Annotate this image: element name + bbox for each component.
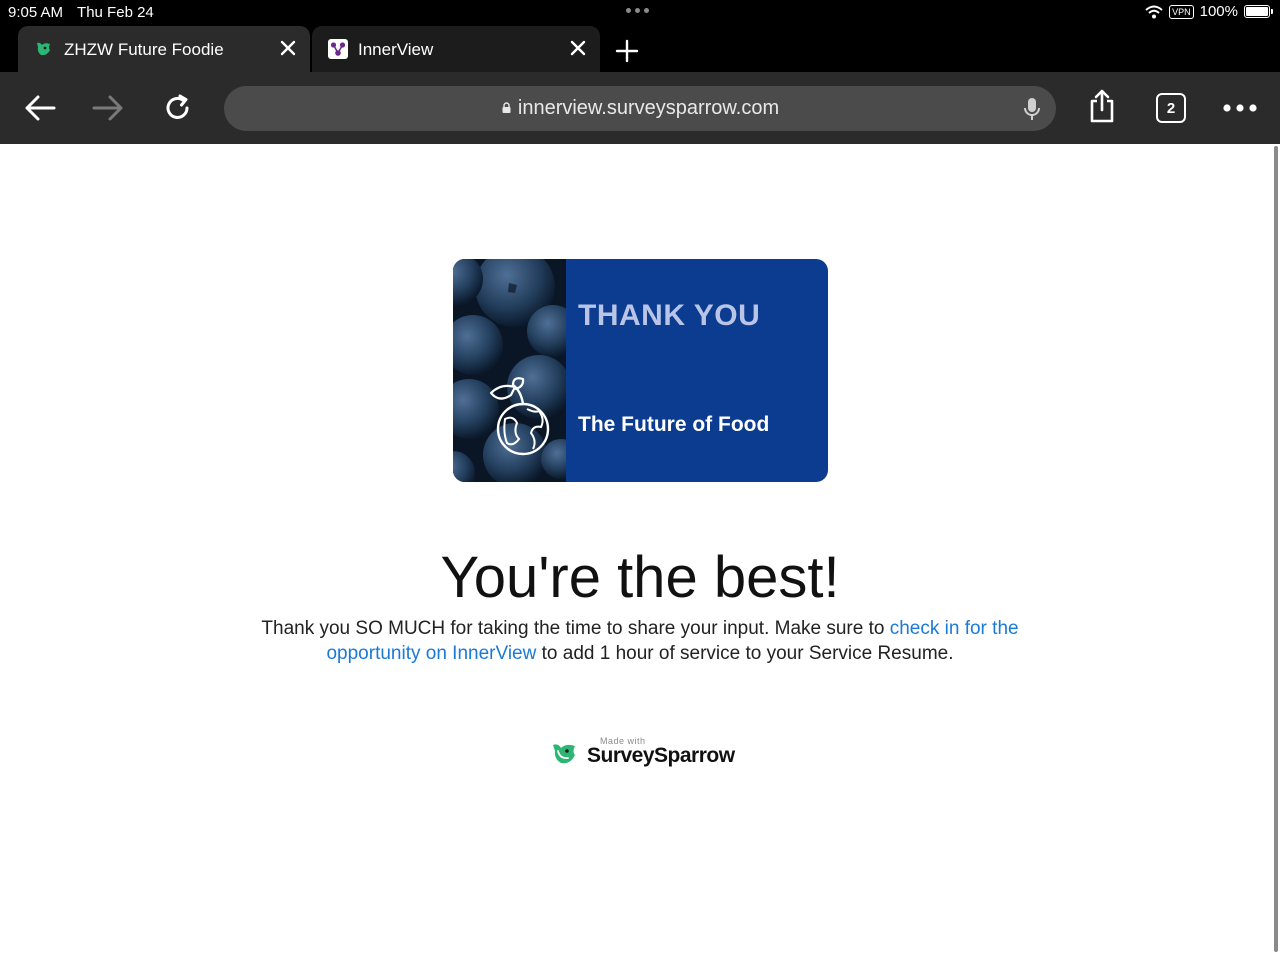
globe-sprout-icon <box>489 377 550 456</box>
tab-innerview[interactable]: InnerView <box>312 26 600 72</box>
tab-zhzw-future-foodie[interactable]: ZHZW Future Foodie <box>18 26 310 72</box>
forward-button[interactable] <box>88 88 128 128</box>
browser-toolbar: innerview.surveysparrow.com 2 <box>0 72 1280 144</box>
tab-count-badge: 2 <box>1156 93 1186 123</box>
surveysparrow-bird-icon <box>37 42 50 56</box>
blueberries-image <box>453 259 566 482</box>
message-text-before: Thank you SO MUCH for taking the time to… <box>261 618 890 639</box>
vpn-badge: VPN <box>1169 4 1194 19</box>
page-scrollbar[interactable] <box>1274 146 1278 952</box>
reload-icon <box>166 94 189 119</box>
share-button[interactable] <box>1082 86 1122 126</box>
tab-strip: ZHZW Future Foodie InnerView <box>0 26 1280 72</box>
made-with-surveysparrow-badge[interactable]: Made with SurveySparrow <box>551 734 741 774</box>
multitasking-dots-icon[interactable] <box>626 8 649 13</box>
forward-arrow-icon <box>92 95 123 121</box>
card-subheading: The Future of Food <box>578 413 770 436</box>
new-tab-plus-icon[interactable] <box>614 38 640 64</box>
thank-you-banner: THANK YOU The Future of Food <box>453 259 828 482</box>
tab-switcher-button[interactable]: 2 <box>1151 88 1191 128</box>
address-bar[interactable]: innerview.surveysparrow.com <box>224 86 1056 131</box>
battery-percent: 100% <box>1199 3 1238 20</box>
lock-icon <box>502 102 511 113</box>
battery-icon <box>1244 5 1273 18</box>
close-tab-icon[interactable] <box>568 38 588 58</box>
tab-title: ZHZW Future Foodie <box>64 40 224 59</box>
wifi-icon <box>1145 5 1163 18</box>
reload-button[interactable] <box>158 88 198 128</box>
status-time: 9:05 AM <box>8 4 64 21</box>
close-tab-icon[interactable] <box>278 38 298 58</box>
back-button[interactable] <box>20 88 60 128</box>
page-headline: You're the best! <box>440 545 840 610</box>
web-page-content: THANK YOU The Future of Food You're the … <box>0 144 1280 960</box>
microphone-icon[interactable] <box>1022 97 1042 121</box>
back-arrow-icon <box>25 95 56 121</box>
url-text: innerview.surveysparrow.com <box>517 97 780 119</box>
surveysparrow-logo-icon <box>553 744 575 764</box>
more-dots-icon <box>1223 104 1257 112</box>
share-icon <box>1090 89 1114 123</box>
status-bar: 9:05 AM Thu Feb 24 VPN 100% <box>0 0 1280 26</box>
status-date: Thu Feb 24 <box>77 4 154 21</box>
card-heading: THANK YOU <box>578 299 761 332</box>
message-text-after: to add 1 hour of service to your Service… <box>536 643 954 664</box>
more-menu-button[interactable] <box>1220 88 1260 128</box>
thank-you-message: Thank you SO MUCH for taking the time to… <box>240 616 1040 666</box>
innerview-icon <box>328 39 348 59</box>
tab-title: InnerView <box>358 40 434 59</box>
surveysparrow-brand: SurveySparrow <box>587 744 735 767</box>
